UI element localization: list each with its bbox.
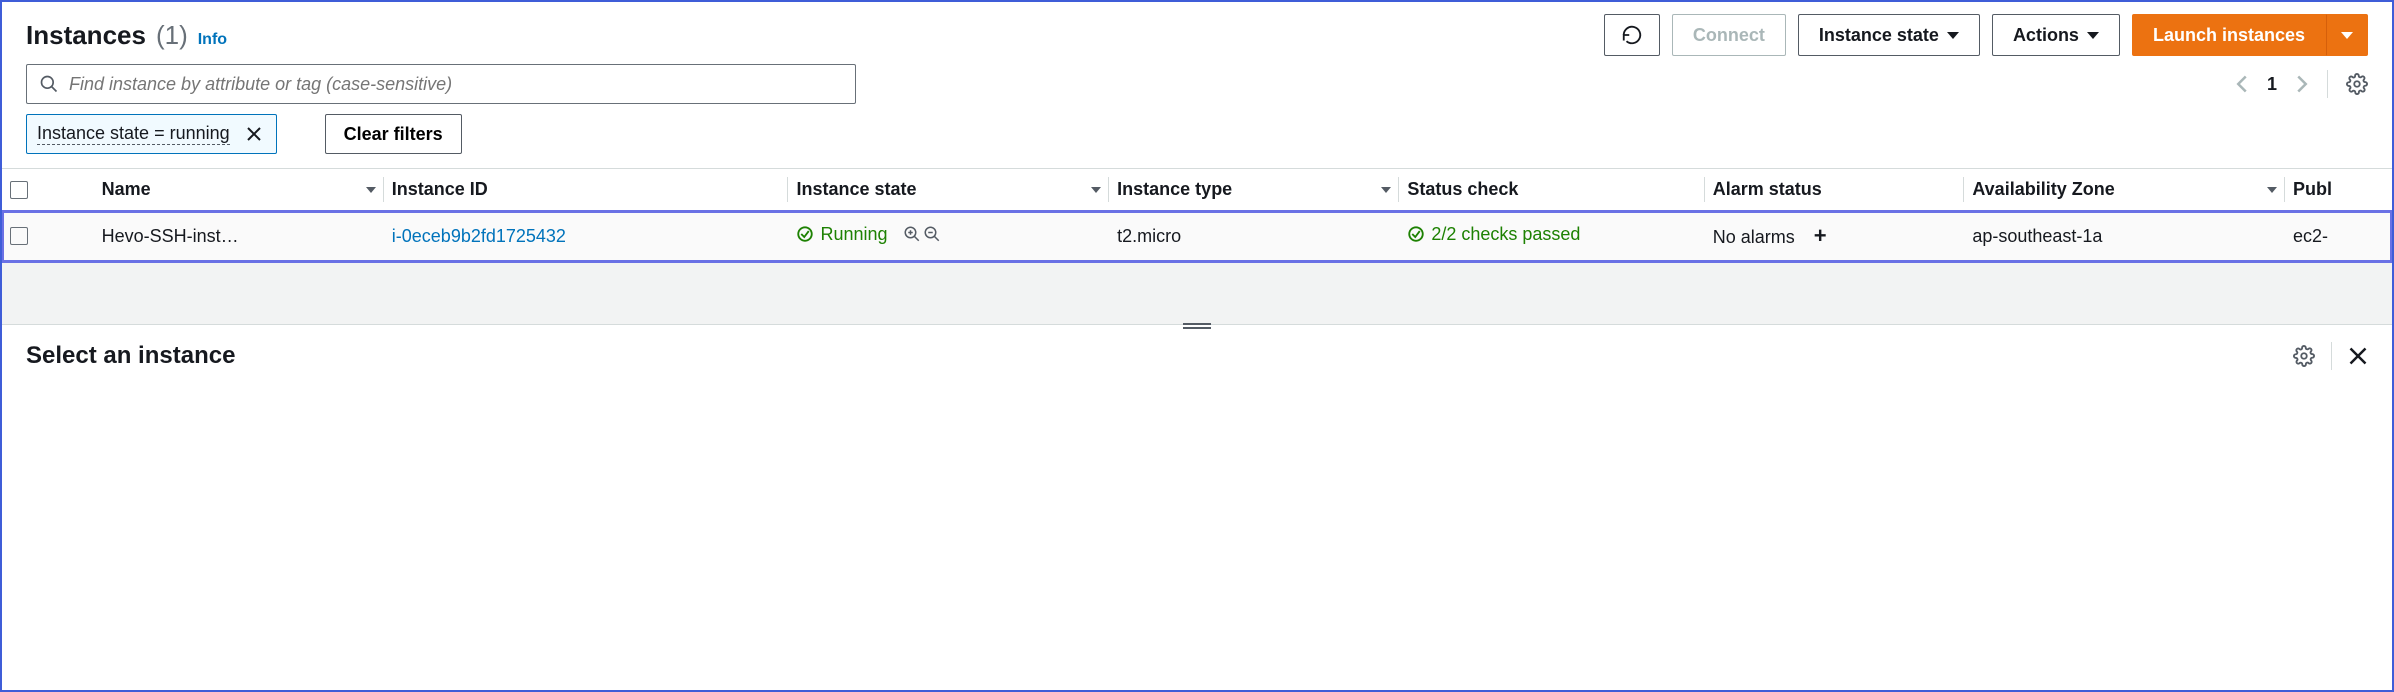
column-label: Alarm status (1713, 179, 1822, 200)
zoom-in-icon[interactable] (903, 225, 921, 243)
sort-icon (1091, 187, 1101, 193)
column-label: Status check (1407, 179, 1518, 200)
gear-icon (2346, 73, 2368, 95)
column-header-alarm-status[interactable]: Alarm status (1705, 169, 1965, 211)
next-page-button[interactable] (2295, 74, 2309, 94)
launch-instances-dropdown[interactable] (2326, 14, 2368, 56)
detail-settings-button[interactable] (2293, 345, 2315, 367)
add-alarm-button[interactable]: + (1814, 223, 1827, 248)
column-header-instance-id[interactable]: Instance ID (384, 169, 789, 211)
column-label: Publ (2293, 179, 2332, 200)
column-header-status-check[interactable]: Status check (1399, 169, 1704, 211)
state-label: Running (820, 224, 887, 245)
row-checkbox[interactable] (10, 227, 28, 245)
close-icon (246, 126, 262, 142)
table-row[interactable]: Hevo-SSH-inst… i-0eceb9b2fd1725432 Runni… (2, 211, 2392, 262)
close-detail-button[interactable] (2348, 346, 2368, 366)
instance-id-link[interactable]: i-0eceb9b2fd1725432 (392, 226, 566, 246)
connect-button: Connect (1672, 14, 1786, 56)
column-header-availability-zone[interactable]: Availability Zone (1964, 169, 2285, 211)
refresh-button[interactable] (1604, 14, 1660, 56)
page-title: Instances (26, 20, 146, 51)
settings-button[interactable] (2346, 73, 2368, 95)
check-circle-icon (796, 225, 814, 243)
cell-availability-zone: ap-southeast-1a (1964, 211, 2285, 262)
instance-state-dropdown[interactable]: Instance state (1798, 14, 1980, 56)
column-header-checkbox[interactable] (2, 169, 94, 211)
sort-icon (1381, 187, 1391, 193)
sort-icon (2267, 187, 2277, 193)
sort-icon (366, 187, 376, 193)
caret-down-icon (1947, 32, 1959, 39)
actions-label: Actions (2013, 25, 2079, 46)
cell-name: Hevo-SSH-inst… (94, 211, 384, 262)
filter-chip-instance-state[interactable]: Instance state = running (26, 114, 277, 154)
search-input-wrapper[interactable] (26, 64, 856, 104)
cell-instance-type: t2.micro (1109, 211, 1399, 262)
launch-instances-button[interactable]: Launch instances (2132, 14, 2326, 56)
column-label: Instance type (1117, 179, 1232, 200)
column-header-instance-state[interactable]: Instance state (788, 169, 1109, 211)
column-label: Availability Zone (1972, 179, 2114, 200)
select-all-checkbox[interactable] (10, 181, 28, 199)
caret-down-icon (2341, 32, 2353, 39)
divider (2331, 342, 2332, 370)
actions-dropdown[interactable]: Actions (1992, 14, 2120, 56)
caret-down-icon (2087, 32, 2099, 39)
check-circle-icon (1407, 225, 1425, 243)
filter-chip-label: Instance state = running (37, 123, 230, 145)
cell-public: ec2- (2285, 211, 2392, 262)
instance-count: (1) (156, 20, 188, 51)
prev-page-button[interactable] (2235, 74, 2249, 94)
search-input[interactable] (69, 74, 843, 95)
column-label: Instance ID (392, 179, 488, 200)
page-number: 1 (2267, 74, 2277, 95)
chevron-left-icon (2235, 74, 2249, 94)
divider (2327, 70, 2328, 98)
column-header-instance-type[interactable]: Instance type (1109, 169, 1399, 211)
alarm-status-value: No alarms (1713, 227, 1795, 247)
column-label: Name (102, 179, 151, 200)
gear-icon (2293, 345, 2315, 367)
column-header-public[interactable]: Publ (2285, 169, 2392, 211)
column-header-name[interactable]: Name (94, 169, 384, 211)
refresh-icon (1621, 24, 1643, 46)
detail-panel-title: Select an instance (26, 342, 235, 370)
status-check-value: 2/2 checks passed (1407, 224, 1580, 245)
instance-state-label: Instance state (1819, 25, 1939, 46)
status-label: 2/2 checks passed (1431, 224, 1580, 245)
clear-filters-button[interactable]: Clear filters (325, 114, 462, 154)
close-icon (2348, 346, 2368, 366)
zoom-out-icon[interactable] (923, 225, 941, 243)
search-icon (39, 74, 59, 94)
chevron-right-icon (2295, 74, 2309, 94)
instance-state-value: Running (796, 224, 887, 245)
column-label: Instance state (796, 179, 916, 200)
remove-filter-button[interactable] (242, 126, 266, 142)
info-link[interactable]: Info (198, 31, 227, 49)
